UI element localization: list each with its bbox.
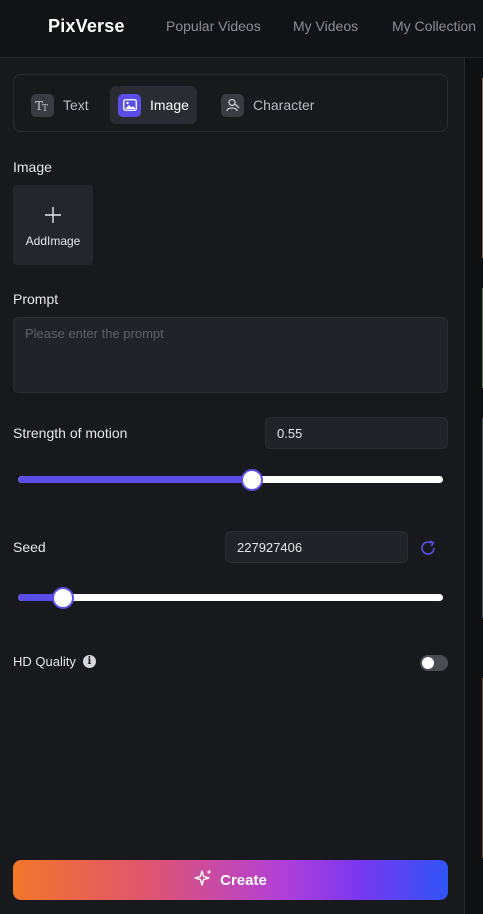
prompt-label: Prompt <box>13 291 59 307</box>
prompt-input[interactable] <box>13 317 448 393</box>
seed-value-input[interactable]: 227927406 <box>225 531 408 563</box>
top-header: PixVerse Popular Videos My Videos My Col… <box>0 0 483 58</box>
text-icon: T T <box>31 93 54 117</box>
motion-value-input[interactable]: 0.55 <box>265 417 448 449</box>
add-image-label: AddImage <box>25 233 81 248</box>
preview-strip <box>464 58 483 914</box>
image-icon <box>118 93 141 117</box>
toggle-knob <box>422 657 434 669</box>
sparkle-icon <box>194 868 214 893</box>
top-nav: Popular Videos My Videos My Collection <box>0 18 483 38</box>
create-label: Create <box>220 871 267 889</box>
info-icon[interactable]: i <box>82 655 96 668</box>
refresh-seed-icon[interactable] <box>418 538 438 558</box>
slider-handle[interactable] <box>52 587 74 609</box>
tab-image[interactable]: Image <box>110 86 197 124</box>
nav-my-collection[interactable]: My Collection <box>392 18 476 34</box>
hd-quality-label: HD Quality <box>13 654 76 669</box>
generation-panel: T T Text Image Character Image AddImage … <box>0 58 464 914</box>
tab-character-label: Character <box>253 97 315 113</box>
seed-slider[interactable] <box>18 586 443 610</box>
motion-label: Strength of motion <box>13 425 128 441</box>
tab-character[interactable]: Character <box>213 86 322 124</box>
tab-text[interactable]: T T Text <box>23 86 97 124</box>
slider-handle[interactable] <box>241 469 263 491</box>
nav-my-videos[interactable]: My Videos <box>293 18 358 34</box>
plus-icon <box>45 203 61 225</box>
image-section-label: Image <box>13 159 52 175</box>
svg-text:T: T <box>42 104 48 112</box>
tab-text-label: Text <box>63 97 89 113</box>
seed-label: Seed <box>13 539 46 555</box>
tab-image-label: Image <box>150 97 189 113</box>
hd-quality-row: HD Quality i <box>13 654 96 669</box>
motion-slider[interactable] <box>18 468 443 492</box>
add-image-button[interactable]: AddImage <box>13 185 93 265</box>
slider-fill <box>18 476 252 483</box>
hd-quality-toggle[interactable] <box>420 655 448 671</box>
slider-track <box>18 594 443 601</box>
create-button[interactable]: Create <box>13 860 448 900</box>
character-icon <box>221 93 244 117</box>
nav-popular-videos[interactable]: Popular Videos <box>166 18 261 34</box>
mode-tabs: T T Text Image Character <box>13 74 448 132</box>
